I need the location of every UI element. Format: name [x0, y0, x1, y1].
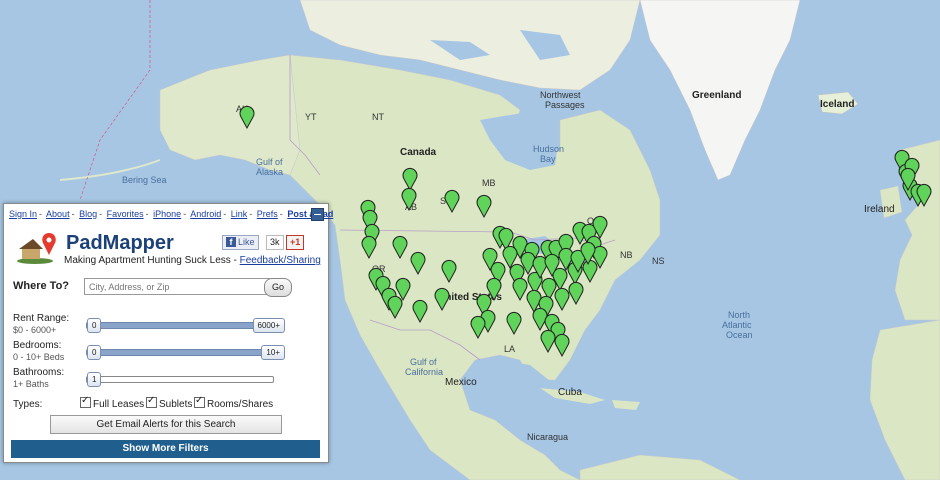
label-mexico: Mexico: [445, 377, 477, 388]
rent-max-handle[interactable]: 6000+: [252, 318, 285, 333]
show-more-filters-button[interactable]: Show More Filters: [11, 440, 320, 458]
label-nt: NT: [372, 112, 384, 122]
label-ns: NS: [652, 256, 665, 266]
brand-name: PadMapper: [66, 232, 174, 254]
nav-separator: -: [71, 209, 75, 219]
rooms-shares-label: Rooms/Shares: [207, 399, 274, 410]
gplus-label: +1: [290, 237, 301, 247]
label-ireland: Ireland: [864, 204, 895, 215]
favorites-link[interactable]: Favorites: [107, 209, 144, 219]
top-nav: Sign In - About - Blog - Favorites - iPhone -…: [9, 209, 333, 219]
rent-range-slider[interactable]: 0 6000+: [86, 318, 285, 333]
nav-separator: -: [145, 209, 149, 219]
bedrooms-max-handle[interactable]: 10+: [261, 345, 285, 360]
nav-separator: -: [279, 209, 283, 219]
rooms-shares-checkbox[interactable]: Rooms/Shares: [194, 395, 274, 410]
bedrooms-min-handle[interactable]: 0: [87, 345, 102, 360]
facebook-icon: f: [226, 237, 236, 247]
bathrooms-slider[interactable]: 1: [86, 372, 274, 387]
rent-min-handle[interactable]: 0: [87, 318, 102, 333]
bathrooms-summary: 1+ Baths: [13, 379, 49, 389]
iphone-link[interactable]: iPhone: [153, 209, 181, 219]
search-panel: Sign In - About - Blog - Favorites - iPhone -…: [3, 203, 333, 463]
email-alerts-button[interactable]: Get Email Alerts for this Search: [50, 415, 282, 434]
go-button[interactable]: Go: [264, 278, 292, 297]
checkbox-checked-icon: [194, 395, 205, 408]
label-yt: YT: [305, 112, 317, 122]
checkbox-checked-icon: [146, 395, 157, 408]
feedback-sharing-link[interactable]: Feedback/Sharing: [240, 255, 321, 266]
types-label: Types:: [13, 399, 43, 410]
bathrooms-label: Bathrooms:: [13, 367, 65, 378]
label-nicaragua: Nicaragua: [527, 432, 568, 442]
checkbox-checked-icon: [80, 395, 91, 408]
padmapper-logo-icon: [17, 233, 56, 264]
nav-separator: -: [249, 209, 253, 219]
label-mb: MB: [482, 178, 496, 188]
facebook-like-button[interactable]: f Like: [222, 235, 259, 250]
label-iceland: Iceland: [820, 99, 854, 110]
tagline: Making Apartment Hunting Suck Less - Fee…: [64, 255, 321, 266]
bedrooms-slider[interactable]: 0 10+: [86, 345, 285, 360]
link-link[interactable]: Link: [231, 209, 248, 219]
like-label: Like: [238, 237, 255, 247]
full-leases-checkbox[interactable]: Full Leases: [80, 395, 145, 410]
label-northwest-passages: Northwest Passages: [540, 90, 585, 110]
label-greenland: Greenland: [692, 90, 741, 101]
nav-separator: -: [183, 209, 187, 219]
nav-separator: -: [39, 209, 43, 219]
rent-range-summary: $0 - 6000+: [13, 325, 57, 335]
minimize-panel-button[interactable]: [311, 208, 324, 221]
label-gulf-of-alaska: Gulf of Alaska: [256, 157, 283, 177]
blog-link[interactable]: Blog: [79, 209, 97, 219]
location-search-input[interactable]: [84, 278, 270, 295]
sublets-checkbox[interactable]: Sublets: [146, 395, 193, 410]
label-nb: NB: [620, 250, 633, 260]
like-count: 3k: [266, 235, 284, 250]
bathrooms-min-handle[interactable]: 1: [87, 372, 102, 387]
bedrooms-summary: 0 - 10+ Beds: [13, 352, 65, 362]
label-canada: Canada: [400, 147, 437, 158]
label-bering-sea: Bering Sea: [122, 175, 167, 185]
sublets-label: Sublets: [159, 399, 193, 410]
nav-separator: -: [99, 209, 103, 219]
prefs-link[interactable]: Prefs: [257, 209, 278, 219]
android-link[interactable]: Android: [190, 209, 221, 219]
tagline-text: Making Apartment Hunting Suck Less -: [64, 255, 240, 266]
label-la: LA: [504, 344, 515, 354]
rent-range-label: Rent Range:: [13, 313, 70, 324]
about-link[interactable]: About: [46, 209, 70, 219]
bedrooms-label: Bedrooms:: [13, 340, 62, 351]
nav-separator: -: [223, 209, 227, 219]
where-to-label: Where To?: [13, 280, 70, 292]
google-plus-button[interactable]: +1: [286, 235, 305, 250]
full-leases-label: Full Leases: [93, 399, 145, 410]
label-cuba: Cuba: [558, 387, 582, 398]
sign-in-link[interactable]: Sign In: [9, 209, 37, 219]
